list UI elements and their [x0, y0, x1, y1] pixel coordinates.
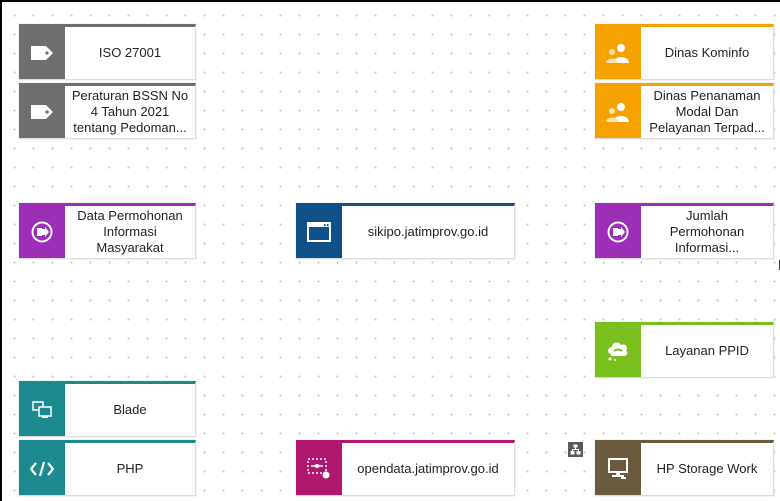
devices-icon-block: [19, 384, 65, 436]
hierarchy-icon[interactable]: [568, 442, 583, 457]
tag-icon: [31, 105, 53, 119]
code-icon-block: [19, 443, 65, 495]
layanan-ppid-node[interactable]: Layanan PPID: [595, 322, 774, 378]
jumlah-permohonan-informasi-node[interactable]: Jumlah Permohonan Informasi...: [595, 203, 774, 259]
browser-window-icon: [307, 222, 331, 242]
peraturan-bssn-node[interactable]: Peraturan BSSN No 4 Tahun 2021 tentang P…: [19, 83, 196, 139]
node-label: sikipo.jatimprov.go.id: [342, 206, 514, 258]
tag-icon-block: [19, 86, 65, 138]
node-label: Jumlah Permohonan Informasi...: [641, 206, 773, 258]
dinas-kominfo-node[interactable]: Dinas Kominfo: [595, 24, 774, 80]
label-line: ISO 27001: [98, 45, 162, 60]
label-line: Blade: [113, 402, 147, 417]
group-icon-block: [595, 86, 641, 138]
computer-icon-block: [595, 443, 641, 495]
group-icon: [606, 103, 629, 122]
label-line: Peraturan BSSN No: [71, 88, 189, 103]
php-node[interactable]: PHP: [19, 440, 196, 496]
node-label: Peraturan BSSN No 4 Tahun 2021 tentang P…: [65, 86, 195, 138]
data-flow-icon: [607, 221, 629, 243]
tag-icon-block: [19, 27, 65, 79]
node-label: opendata.jatimprov.go.id: [342, 443, 514, 495]
label-line: Modal Dan: [675, 104, 739, 119]
label-line: Masyarakat: [96, 240, 164, 255]
code-icon: [30, 461, 54, 477]
label-line: Permohonan: [669, 224, 745, 239]
node-label: Dinas Kominfo: [641, 27, 773, 79]
browser-window-icon-block: [296, 206, 342, 258]
diagram-canvas[interactable]: ISO 27001 Peraturan BSSN No 4 Tahun 2021…: [0, 0, 780, 501]
label-line: Layanan PPID: [665, 343, 749, 358]
label-line: 4 Tahun 2021: [90, 104, 170, 119]
interface-icon: [307, 458, 330, 479]
computer-icon: [608, 458, 628, 479]
sikipo-application-node[interactable]: sikipo.jatimprov.go.id: [296, 203, 515, 259]
label-line: HP Storage Work: [656, 461, 758, 476]
label-line: Informasi: [103, 224, 157, 239]
group-icon-block: [595, 27, 641, 79]
label-line: tentang Pedoman...: [73, 120, 187, 135]
service-icon-block: [595, 325, 641, 377]
hp-storage-node[interactable]: HP Storage Work: [595, 440, 774, 496]
node-label: Blade: [65, 384, 195, 436]
label-line: opendata.jatimprov.go.id: [357, 461, 499, 476]
label-line: Dinas Penanaman: [653, 88, 761, 103]
iso-27001-node[interactable]: ISO 27001: [19, 24, 196, 80]
node-label: HP Storage Work: [641, 443, 773, 495]
data-flow-icon: [31, 221, 53, 243]
data-permohonan-informasi-node[interactable]: Data Permohonan Informasi Masyarakat: [19, 203, 196, 259]
interface-icon-block: [296, 443, 342, 495]
label-line: Informasi...: [674, 240, 740, 255]
blade-node[interactable]: Blade: [19, 381, 196, 437]
tag-icon: [31, 46, 53, 60]
node-label: ISO 27001: [65, 27, 195, 79]
label-line: Data Permohonan: [77, 208, 183, 223]
service-icon: [608, 342, 628, 361]
data-flow-icon-block: [595, 206, 641, 258]
node-label: Data Permohonan Informasi Masyarakat: [65, 206, 195, 258]
label-line: Jumlah: [686, 208, 728, 223]
group-icon: [606, 44, 629, 63]
dinas-penanaman-modal-node[interactable]: Dinas Penanaman Modal Dan Pelayanan Terp…: [595, 83, 774, 139]
data-flow-icon-block: [19, 206, 65, 258]
label-line: sikipo.jatimprov.go.id: [367, 224, 489, 239]
devices-icon: [32, 401, 52, 418]
node-label: Dinas Penanaman Modal Dan Pelayanan Terp…: [641, 86, 773, 138]
label-line: Pelayanan Terpad...: [649, 120, 765, 135]
node-label: Layanan PPID: [641, 325, 773, 377]
opendata-node[interactable]: opendata.jatimprov.go.id: [296, 440, 515, 496]
label-line: PHP: [116, 461, 144, 476]
label-line: Dinas Kominfo: [664, 45, 750, 60]
node-label: PHP: [65, 443, 195, 495]
